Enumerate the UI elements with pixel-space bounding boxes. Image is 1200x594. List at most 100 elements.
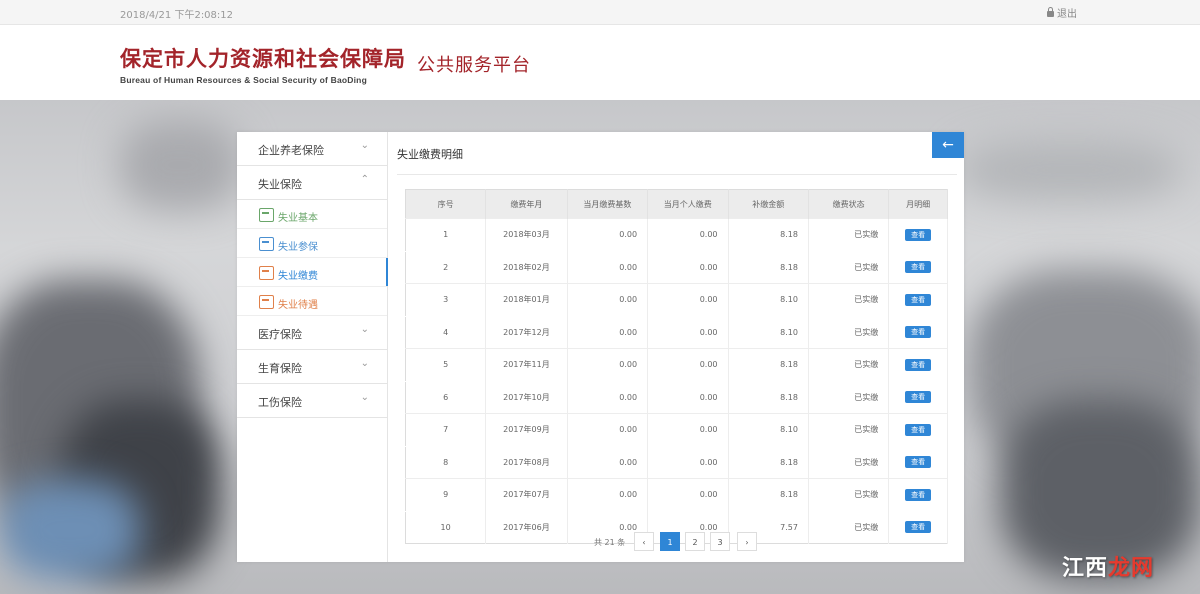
sidebar-item-insured[interactable]: 失业参保 — [237, 229, 387, 258]
detail-cell: 查看 — [888, 446, 948, 479]
payment-table: 序号 缴费年月 当月缴费基数 当月个人缴费 补缴金额 缴费状态 月明细 1 201… — [405, 189, 948, 544]
column-header: 当月缴费基数 — [567, 189, 649, 219]
table-cell: 0.00 — [567, 316, 649, 349]
back-button[interactable]: ← — [932, 132, 964, 158]
table-cell: 3 — [405, 283, 487, 316]
detail-cell: 查看 — [888, 251, 948, 284]
sidebar-item-label: 失业基本 — [278, 213, 318, 224]
table-cell: 2017年10月 — [485, 381, 568, 414]
table-cell: 0.00 — [647, 218, 729, 251]
table-cell: 2017年06月 — [485, 511, 568, 544]
chevron-down-icon: ⌄ — [360, 358, 369, 369]
table-cell: 已实缴 — [808, 478, 890, 511]
page-2-button[interactable]: 2 — [685, 532, 705, 551]
top-bar: 2018/4/21 下午2:08:12 退出 — [0, 0, 1200, 25]
table-cell: 0.00 — [647, 381, 729, 414]
view-detail-button[interactable]: 查看 — [905, 521, 932, 534]
view-detail-button[interactable]: 查看 — [905, 326, 932, 339]
table-cell: 已实缴 — [808, 446, 890, 479]
table-cell: 8.10 — [728, 316, 809, 349]
table-cell: 0.00 — [567, 348, 649, 381]
table-cell: 已实缴 — [808, 381, 890, 414]
menu-group-injury[interactable]: 工伤保险 ⌄ — [237, 384, 387, 418]
insured-icon — [259, 237, 274, 251]
table-cell: 8.18 — [728, 251, 809, 284]
watermark-part2: 龙网 — [1108, 555, 1155, 581]
detail-cell: 查看 — [888, 316, 948, 349]
logout-link[interactable]: 退出 — [1047, 5, 1077, 20]
table-cell: 10 — [405, 511, 487, 544]
table-cell: 0.00 — [567, 446, 649, 479]
table-cell: 8.18 — [728, 478, 809, 511]
table-cell: 8.10 — [728, 413, 809, 446]
menu-group-label: 工伤保险 — [258, 396, 302, 409]
sidebar-item-label: 失业待遇 — [278, 300, 318, 311]
table-cell: 已实缴 — [808, 283, 890, 316]
table-row: 7 2017年09月 0.00 0.00 8.10 已实缴 查看 — [405, 413, 948, 446]
table-cell: 2017年09月 — [485, 413, 568, 446]
detail-cell: 查看 — [888, 348, 948, 381]
table-cell: 0.00 — [567, 283, 649, 316]
table-row: 5 2017年11月 0.00 0.00 8.18 已实缴 查看 — [405, 348, 948, 381]
table-cell: 2017年12月 — [485, 316, 568, 349]
table-header-row: 序号 缴费年月 当月缴费基数 当月个人缴费 补缴金额 缴费状态 月明细 — [405, 189, 948, 219]
table-cell: 2018年01月 — [485, 283, 568, 316]
menu-group-maternity[interactable]: 生育保险 ⌄ — [237, 350, 387, 384]
menu-group-pension[interactable]: 企业养老保险 ⌄ — [237, 132, 387, 166]
table-cell: 8.18 — [728, 381, 809, 414]
menu-group-unemployment[interactable]: 失业保险 ⌃ — [237, 166, 387, 200]
table-cell: 已实缴 — [808, 413, 890, 446]
platform-title: 公共服务平台 — [417, 55, 531, 76]
table-cell: 1 — [405, 218, 487, 251]
table-cell: 0.00 — [647, 413, 729, 446]
user-info-icon — [259, 208, 274, 222]
table-cell: 已实缴 — [808, 251, 890, 284]
sidebar-item-benefit[interactable]: 失业待遇 — [237, 287, 387, 316]
table-cell: 0.00 — [567, 381, 649, 414]
page-3-button[interactable]: 3 — [710, 532, 730, 551]
view-detail-button[interactable]: 查看 — [905, 228, 932, 241]
divider — [397, 174, 957, 175]
detail-cell: 查看 — [888, 381, 948, 414]
table-cell: 已实缴 — [808, 218, 890, 251]
table-cell: 已实缴 — [808, 511, 890, 544]
page-1-button[interactable]: 1 — [660, 532, 680, 551]
column-header: 补缴金额 — [728, 189, 809, 219]
detail-cell: 查看 — [888, 218, 948, 251]
next-page-button[interactable]: › — [737, 532, 757, 551]
table-cell: 9 — [405, 478, 487, 511]
datetime-text: 2018/4/21 下午2:08:12 — [120, 10, 234, 21]
table-cell: 2018年02月 — [485, 251, 568, 284]
sidebar-item-basic[interactable]: 失业基本 — [237, 200, 387, 229]
menu-group-medical[interactable]: 医疗保险 ⌄ — [237, 316, 387, 350]
table-cell: 已实缴 — [808, 348, 890, 381]
view-detail-button[interactable]: 查看 — [905, 293, 932, 306]
prev-page-button[interactable]: ‹ — [634, 532, 654, 551]
view-detail-button[interactable]: 查看 — [905, 423, 932, 436]
view-detail-button[interactable]: 查看 — [905, 488, 932, 501]
view-detail-button[interactable]: 查看 — [905, 261, 932, 274]
table-row: 8 2017年08月 0.00 0.00 8.18 已实缴 查看 — [405, 446, 948, 479]
table-cell: 0.00 — [647, 283, 729, 316]
column-header: 缴费状态 — [808, 189, 890, 219]
column-header: 当月个人缴费 — [647, 189, 729, 219]
total-count: 共 21 条 — [594, 538, 626, 547]
detail-cell: 查看 — [888, 478, 948, 511]
view-detail-button[interactable]: 查看 — [905, 391, 932, 404]
table-cell: 4 — [405, 316, 487, 349]
column-header: 月明细 — [888, 189, 948, 219]
table-row: 4 2017年12月 0.00 0.00 8.10 已实缴 查看 — [405, 316, 948, 349]
sidebar-item-payment[interactable]: 失业缴费 — [237, 258, 388, 287]
table-cell: 0.00 — [647, 478, 729, 511]
view-detail-button[interactable]: 查看 — [905, 358, 932, 371]
view-detail-button[interactable]: 查看 — [905, 456, 932, 469]
table-cell: 0.00 — [567, 413, 649, 446]
main-panel: 企业养老保险 ⌄ 失业保险 ⌃ 失业基本 失业参保 失业缴费 失业待遇 医疗保险… — [237, 132, 964, 562]
column-header: 序号 — [405, 189, 487, 219]
table-cell: 6 — [405, 381, 487, 414]
table-cell: 8 — [405, 446, 487, 479]
table-cell: 0.00 — [647, 251, 729, 284]
bureau-logo[interactable]: 保定市人力资源和社会保障局 Bureau of Human Resources … — [120, 43, 406, 85]
watermark-part1: 江西 — [1062, 555, 1109, 581]
menu-group-label: 企业养老保险 — [258, 144, 324, 157]
